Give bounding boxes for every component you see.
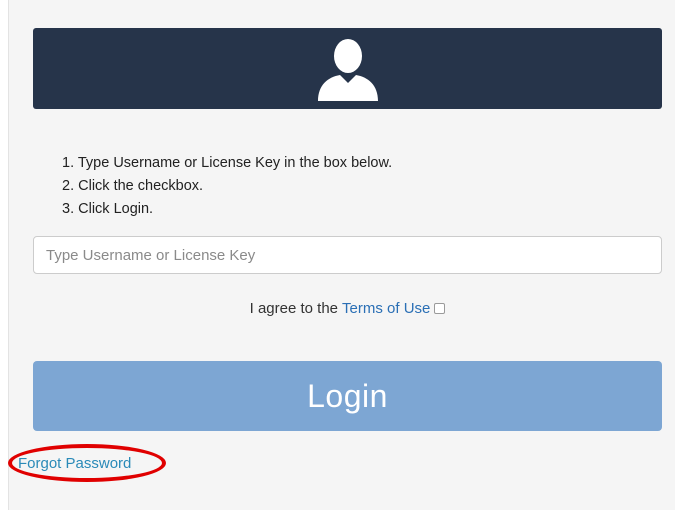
terms-agreement: I agree to the Terms of Use: [0, 300, 675, 317]
username-input[interactable]: [33, 236, 662, 274]
forgot-password-link[interactable]: Forgot Password: [18, 455, 131, 472]
terms-of-use-link[interactable]: Terms of Use: [342, 300, 430, 317]
user-silhouette-icon: [316, 37, 380, 101]
login-header: [33, 28, 662, 109]
instruction-step: 3. Click Login.: [62, 201, 154, 217]
instruction-step: 2. Click the checkbox.: [62, 178, 204, 194]
instruction-step: 1. Type Username or License Key in the b…: [62, 155, 393, 171]
login-button[interactable]: Login: [33, 361, 662, 431]
agree-checkbox[interactable]: [434, 303, 446, 314]
agree-label: I agree to the: [249, 300, 339, 317]
instructions-list: 1. Type Username or License Key in the b…: [62, 152, 392, 221]
